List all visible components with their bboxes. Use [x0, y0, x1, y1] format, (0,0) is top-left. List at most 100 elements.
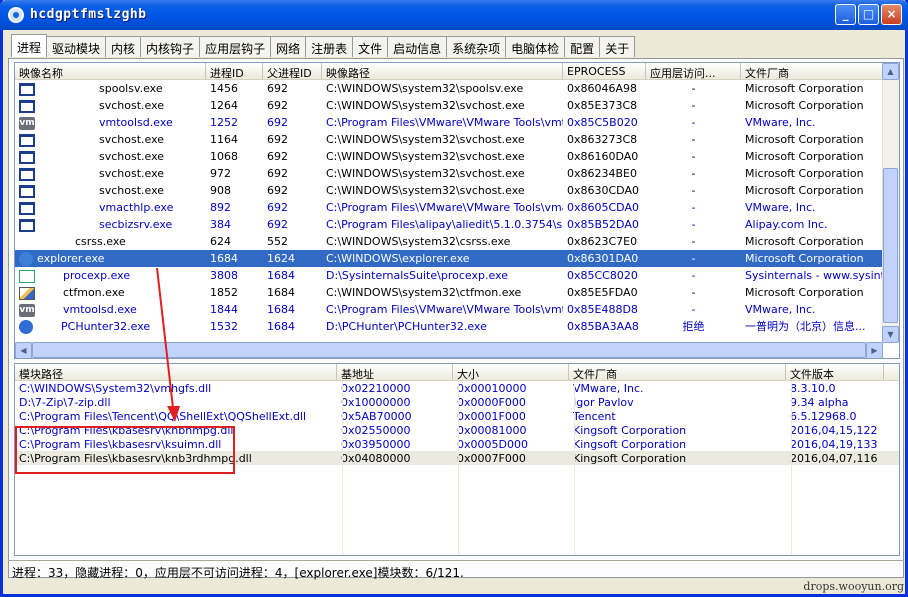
process-vendor: VMware, Inc. [745, 116, 816, 129]
tab-8[interactable]: 启动信息 [387, 36, 448, 57]
process-path: D:\PCHunter\PCHunter32.exe [326, 320, 487, 333]
process-cell-pid: 1164 [206, 131, 263, 148]
process-row[interactable]: svchost.exe 1164 692 C:\WINDOWS\system32\sv… [15, 131, 899, 148]
highlight-box [15, 426, 235, 474]
scroll-right-icon[interactable]: ▶ [866, 342, 883, 358]
scroll-down-icon[interactable]: ▼ [882, 326, 899, 343]
process-cell-ppid: 692 [263, 114, 322, 131]
close-button[interactable]: × [881, 4, 902, 25]
process-cell-ppid: 692 [263, 80, 322, 97]
process-cell-path: D:\PCHunter\PCHunter32.exe [322, 318, 563, 335]
process-row[interactable]: csrss.exe 624 552 C:\WINDOWS\system32\csrss… [15, 233, 899, 250]
process-row[interactable]: secbizsrv.exe 384 692 C:\Program Files\alip… [15, 216, 899, 233]
tab-9[interactable]: 系统杂项 [446, 36, 507, 57]
process-name: svchost.exe [99, 184, 165, 197]
tab-12[interactable]: 关于 [599, 36, 636, 57]
process-cell-pid: 1684 [206, 250, 263, 267]
scroll-left-icon[interactable]: ◀ [15, 342, 32, 358]
process-row[interactable]: svchost.exe 908 692 C:\WINDOWS\system32\svc… [15, 182, 899, 199]
process-column-header[interactable]: 映像名称 [15, 63, 206, 79]
tab-1[interactable]: 驱动模块 [46, 36, 107, 57]
process-pid: 1456 [210, 82, 238, 95]
module-column-header[interactable]: 文件版本 [786, 364, 884, 380]
process-path: C:\WINDOWS\system32\svchost.exe [326, 133, 525, 146]
tab-bar: 进程 驱动模块 内核 内核钩子 应用层钩子 网络 注册表 文件 启动信息 系统杂项 电脑体检 配置 关于 [11, 34, 636, 58]
process-column-header[interactable]: 映像路径 [322, 63, 563, 79]
process-path: C:\Program Files\alipay\aliedit\5.1.0.37… [326, 218, 563, 231]
process-cell-name: csrss.exe [15, 233, 206, 250]
process-cell-eprocess: 0x85E488D8 [563, 301, 646, 318]
tab-3[interactable]: 内核钩子 [140, 36, 201, 57]
module-vendor: Igor Pavlov [573, 396, 634, 409]
process-row[interactable]: spoolsv.exe 1456 692 C:\WINDOWS\system32\sp… [15, 80, 899, 97]
tab-11[interactable]: 配置 [564, 36, 601, 57]
process-row[interactable]: vmacthlp.exe 892 692 C:\Program Files\VMwar… [15, 199, 899, 216]
process-vendor: Microsoft Corporation [745, 167, 864, 180]
process-cell-eprocess: 0x863273C8 [563, 131, 646, 148]
process-path: C:\WINDOWS\system32\svchost.exe [326, 184, 525, 197]
process-ppid: 1684 [267, 320, 295, 333]
process-row[interactable]: svchost.exe 1068 692 C:\WINDOWS\system32\sv… [15, 148, 899, 165]
module-column-header[interactable]: 大小 [453, 364, 569, 380]
maximize-button[interactable]: □ [858, 4, 879, 25]
column-divider [342, 381, 343, 555]
process-column-header[interactable]: 进程ID [206, 63, 263, 79]
minimize-button[interactable]: _ [835, 4, 856, 25]
window-icon [19, 218, 35, 232]
scroll-thumb[interactable] [883, 168, 898, 323]
process-eprocess: 0x85C5B020 [567, 116, 638, 129]
scroll-up-icon[interactable]: ▲ [882, 63, 899, 80]
process-vendor: Microsoft Corporation [745, 235, 864, 248]
annotation-arrow [156, 267, 180, 422]
process-pid: 1532 [210, 320, 238, 333]
tab-2[interactable]: 内核 [105, 36, 142, 57]
process-column-header[interactable]: 文件厂商 [741, 63, 883, 79]
process-column-header[interactable]: 应用层访问... [646, 63, 741, 79]
process-cell-access: - [646, 284, 741, 301]
process-cell-pid: 1844 [206, 301, 263, 318]
process-cell-vendor: Sysinternals - www.sysinte... [741, 267, 883, 284]
module-column-header[interactable]: 基地址 [337, 364, 453, 380]
process-row[interactable]: svchost.exe 1264 692 C:\WINDOWS\system32\sv… [15, 97, 899, 114]
module-version: 2016,04,07,116 [790, 452, 878, 465]
process-cell-vendor: Microsoft Corporation [741, 233, 883, 250]
process-vscrollbar[interactable]: ▲ ▼ [882, 63, 899, 343]
process-cell-vendor: Microsoft Corporation [741, 182, 883, 199]
process-eprocess: 0x85E373C8 [567, 99, 638, 112]
process-ppid: 692 [267, 167, 288, 180]
process-eprocess: 0x8605CDA0 [567, 201, 639, 214]
process-cell-access: - [646, 97, 741, 114]
module-base: 0x03950000 [341, 438, 411, 451]
window-icon [19, 82, 35, 96]
process-cell-eprocess: 0x86046A98 [563, 80, 646, 97]
module-version: 2016,04,15,122 [790, 424, 878, 437]
tab-5[interactable]: 网络 [270, 36, 307, 57]
tab-0[interactable]: 进程 [11, 34, 48, 57]
title-bar[interactable]: hcdgptfmslzghb _ □ × [0, 0, 908, 30]
tab-4[interactable]: 应用层钩子 [199, 36, 272, 57]
process-pid: 972 [210, 167, 231, 180]
column-divider [574, 381, 575, 555]
module-column-header[interactable]: 文件厂商 [569, 364, 786, 380]
module-size: 0x00081000 [457, 424, 527, 437]
tab-10[interactable]: 电脑体检 [505, 36, 566, 57]
process-vendor: VMware, Inc. [745, 201, 816, 214]
module-size: 0x0007F000 [457, 452, 526, 465]
tab-6[interactable]: 注册表 [305, 36, 354, 57]
process-cell-eprocess: 0x86301DA0 [563, 250, 646, 267]
process-path: C:\WINDOWS\system32\svchost.exe [326, 167, 525, 180]
process-cell-eprocess: 0x8623C7E0 [563, 233, 646, 250]
module-version: 2016,04,19,133 [790, 438, 878, 451]
process-column-header[interactable]: 父进程ID [263, 63, 322, 79]
process-row[interactable]: vm vmtoolsd.exe 1252 692 C:\Program Files\VM… [15, 114, 899, 131]
window-icon [19, 201, 35, 215]
process-name: spoolsv.exe [99, 82, 163, 95]
process-cell-ppid: 1684 [263, 318, 322, 335]
tab-7[interactable]: 文件 [352, 36, 389, 57]
process-row[interactable]: svchost.exe 972 692 C:\WINDOWS\system32\svc… [15, 165, 899, 182]
process-ppid: 1684 [267, 269, 295, 282]
process-name: vmacthlp.exe [99, 201, 174, 214]
process-pid: 3808 [210, 269, 238, 282]
process-eprocess: 0x85CC8020 [567, 269, 638, 282]
process-column-header[interactable]: EPROCESS [563, 63, 646, 79]
